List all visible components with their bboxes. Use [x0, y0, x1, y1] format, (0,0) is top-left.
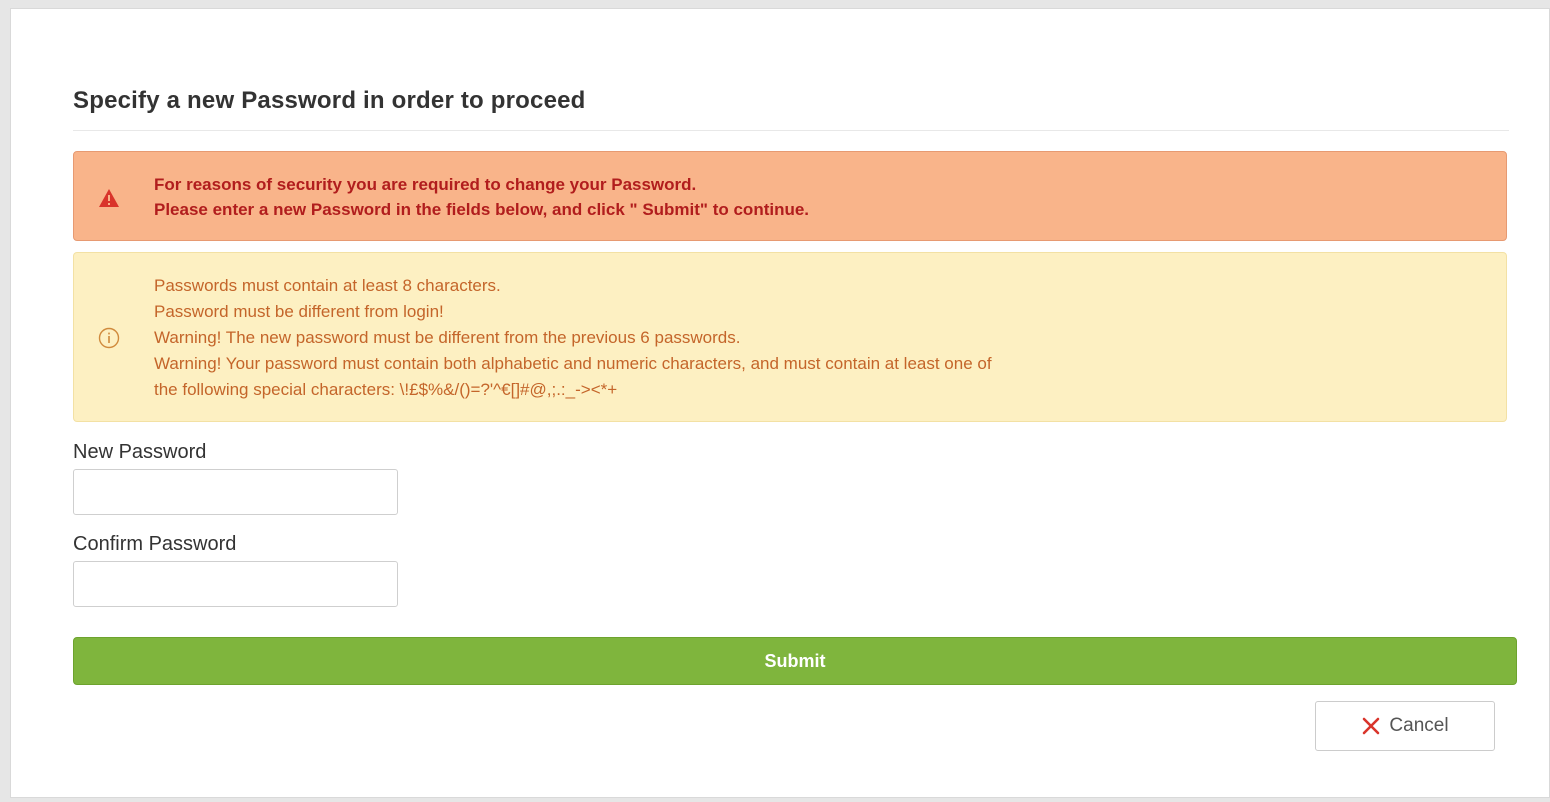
password-rule-line: Passwords must contain at least 8 charac… [154, 276, 501, 295]
security-alert-message: For reasons of security you are required… [154, 172, 809, 222]
submit-button[interactable]: Submit [73, 637, 1517, 685]
password-rules-alert: Passwords must contain at least 8 charac… [73, 252, 1507, 422]
warning-triangle-icon [99, 189, 119, 207]
cancel-button-label: Cancel [1389, 715, 1449, 736]
confirm-password-input[interactable] [73, 561, 398, 607]
confirm-password-label: Confirm Password [73, 533, 237, 555]
password-rule-line: Warning! The new password must be differ… [154, 328, 741, 347]
info-circle-icon [98, 327, 120, 349]
password-change-panel: Specify a new Password in order to proce… [10, 8, 1550, 798]
password-rule-line: Warning! Your password must contain both… [154, 354, 992, 373]
password-rules-message: Passwords must contain at least 8 charac… [154, 273, 1494, 403]
close-icon [1363, 717, 1380, 735]
security-alert-line: Please enter a new Password in the field… [154, 200, 810, 219]
security-alert: For reasons of security you are required… [73, 151, 1507, 241]
password-rule-line: Password must be different from login! [154, 302, 444, 321]
new-password-label: New Password [73, 441, 207, 463]
page-title: Specify a new Password in order to proce… [73, 87, 586, 114]
security-alert-line: For reasons of security you are required… [154, 175, 697, 194]
new-password-input[interactable] [73, 469, 398, 515]
password-rule-line: the following special characters: \!£$%&… [154, 380, 618, 399]
cancel-button[interactable]: Cancel [1315, 701, 1495, 751]
title-divider [73, 130, 1509, 131]
